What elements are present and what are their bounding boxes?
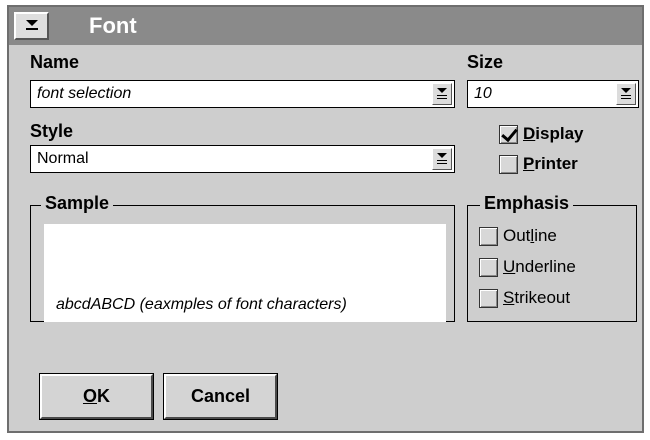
dropdown-arrow-icon bbox=[437, 153, 447, 166]
size-dropdown-button[interactable] bbox=[616, 83, 636, 105]
display-label[interactable]: Display bbox=[523, 124, 583, 144]
ok-button[interactable]: OK bbox=[39, 373, 154, 420]
style-value: Normal bbox=[37, 150, 89, 167]
name-label: Name bbox=[30, 52, 80, 72]
outline-label[interactable]: Outline bbox=[503, 226, 557, 246]
system-menu-icon bbox=[25, 19, 39, 33]
name-value: font selection bbox=[37, 85, 132, 102]
font-dialog: Font Name font selection Size 10 Style N… bbox=[7, 5, 644, 433]
underline-label[interactable]: Underline bbox=[503, 257, 576, 277]
dropdown-arrow-icon bbox=[621, 88, 631, 101]
strikeout-label[interactable]: Strikeout bbox=[503, 288, 570, 308]
dialog-title: Font bbox=[89, 13, 137, 38]
name-combobox[interactable]: font selection bbox=[30, 80, 455, 108]
system-menu-button[interactable] bbox=[14, 12, 49, 40]
name-dropdown-button[interactable] bbox=[432, 83, 452, 105]
size-label: Size bbox=[467, 52, 504, 72]
sample-text: abcdABCD (eaxmples of font characters) bbox=[56, 296, 347, 313]
dropdown-arrow-icon bbox=[437, 88, 447, 101]
sample-group-title: Sample bbox=[41, 193, 114, 214]
style-label: Style bbox=[30, 121, 74, 141]
printer-checkbox[interactable] bbox=[499, 155, 518, 174]
size-value: 10 bbox=[474, 85, 492, 102]
printer-label[interactable]: Printer bbox=[523, 154, 578, 174]
size-combobox[interactable]: 10 bbox=[467, 80, 639, 108]
outline-checkbox[interactable] bbox=[479, 227, 498, 246]
style-combobox[interactable]: Normal bbox=[30, 145, 455, 173]
title-bar: Font bbox=[9, 7, 642, 45]
display-checkbox[interactable] bbox=[499, 125, 518, 144]
style-dropdown-button[interactable] bbox=[432, 148, 452, 170]
underline-checkbox[interactable] bbox=[479, 258, 498, 277]
emphasis-group-title: Emphasis bbox=[480, 193, 574, 214]
strikeout-checkbox[interactable] bbox=[479, 289, 498, 308]
cancel-button[interactable]: Cancel bbox=[163, 373, 278, 420]
